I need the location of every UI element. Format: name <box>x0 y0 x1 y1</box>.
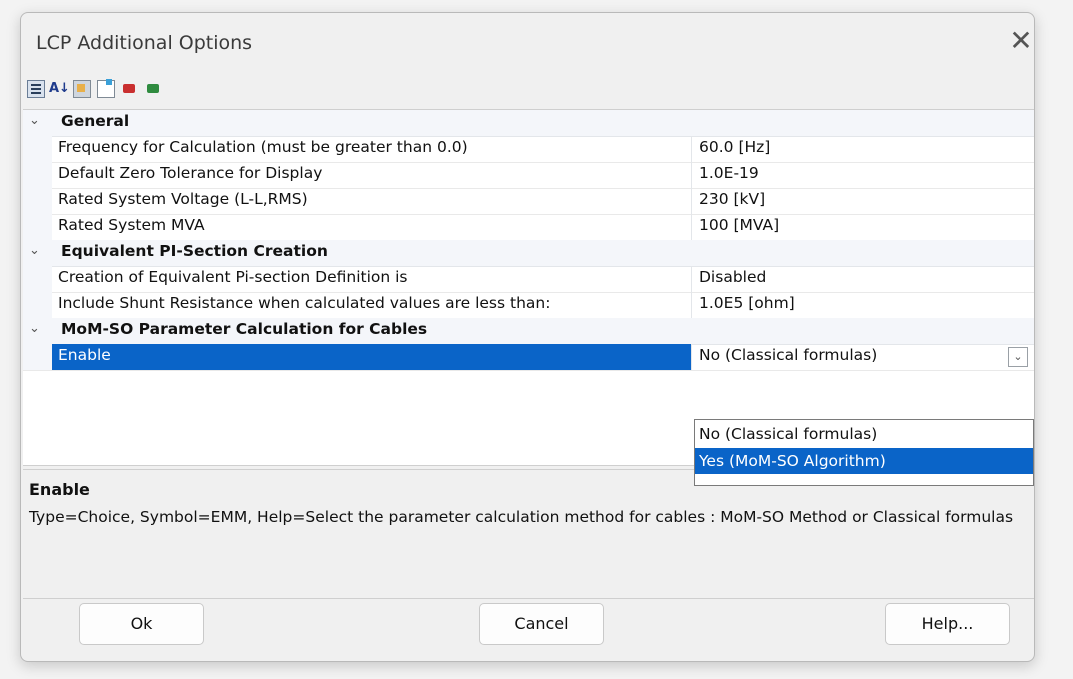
new-page-icon[interactable] <box>97 79 115 98</box>
dropdown-option-yes[interactable]: Yes (MoM-SO Algorithm) <box>695 448 1033 474</box>
property-row[interactable]: Frequency for Calculation (must be great… <box>23 136 1034 163</box>
enable-combo-value[interactable]: No (Classical formulas) <box>699 346 877 364</box>
title-bar: LCP Additional Options ✕ <box>21 13 1034 75</box>
import-icon[interactable] <box>145 80 163 98</box>
property-name: Default Zero Tolerance for Display <box>58 164 323 182</box>
ok-button[interactable]: Ok <box>79 603 204 645</box>
chevron-down-icon[interactable]: ⌄ <box>1008 347 1028 367</box>
toolbar: A↓ <box>27 79 427 102</box>
description-panel: Enable Type=Choice, Symbol=EMM, Help=Sel… <box>23 469 1034 599</box>
cancel-button[interactable]: Cancel <box>479 603 604 645</box>
property-row-enable[interactable]: Enable No (Classical formulas) ⌄ <box>23 344 1034 371</box>
lcp-options-dialog: LCP Additional Options ✕ A↓ ⌄ General Fr… <box>20 12 1035 662</box>
chevron-down-icon[interactable]: ⌄ <box>29 113 40 128</box>
category-equivalent-pi-section[interactable]: ⌄ Equivalent PI-Section Creation <box>23 240 1034 267</box>
property-value[interactable]: 100 [MVA] <box>699 216 779 234</box>
dropdown-option-no[interactable]: No (Classical formulas) <box>695 421 1033 447</box>
property-name: Creation of Equivalent Pi-section Defini… <box>58 268 408 286</box>
property-name: Frequency for Calculation (must be great… <box>58 138 468 156</box>
description-title: Enable <box>29 480 90 499</box>
help-button[interactable]: Help... <box>885 603 1010 645</box>
category-label: General <box>61 112 130 130</box>
property-name: Include Shunt Resistance when calculated… <box>58 294 551 312</box>
property-name: Enable <box>58 346 111 364</box>
chevron-down-icon[interactable]: ⌄ <box>29 243 40 258</box>
category-general[interactable]: ⌄ General <box>23 110 1034 137</box>
alphabetical-sort-icon[interactable]: A↓ <box>49 80 70 98</box>
property-row[interactable]: Include Shunt Resistance when calculated… <box>23 292 1034 319</box>
property-value[interactable]: 1.0E-19 <box>699 164 759 182</box>
property-value[interactable]: 60.0 [Hz] <box>699 138 770 156</box>
enable-dropdown-list: No (Classical formulas) Yes (MoM-SO Algo… <box>694 419 1034 486</box>
property-pages-icon[interactable] <box>73 80 91 98</box>
property-value[interactable]: Disabled <box>699 268 766 286</box>
category-mom-so[interactable]: ⌄ MoM-SO Parameter Calculation for Cable… <box>23 318 1034 345</box>
property-name: Rated System MVA <box>58 216 205 234</box>
close-icon[interactable]: ✕ <box>1006 26 1036 56</box>
chevron-down-icon[interactable]: ⌄ <box>29 321 40 336</box>
property-row[interactable]: Rated System Voltage (L-L,RMS) 230 [kV] <box>23 188 1034 215</box>
category-label: Equivalent PI-Section Creation <box>61 242 328 260</box>
category-label: MoM-SO Parameter Calculation for Cables <box>61 320 428 338</box>
export-icon[interactable] <box>121 80 139 98</box>
property-row[interactable]: Rated System MVA 100 [MVA] <box>23 214 1034 241</box>
property-value[interactable]: 230 [kV] <box>699 190 765 208</box>
property-value[interactable]: 1.0E5 [ohm] <box>699 294 795 312</box>
property-row[interactable]: Default Zero Tolerance for Display 1.0E-… <box>23 162 1034 189</box>
property-grid: ⌄ General Frequency for Calculation (mus… <box>23 109 1034 486</box>
dialog-title: LCP Additional Options <box>36 32 253 54</box>
property-row[interactable]: Creation of Equivalent Pi-section Defini… <box>23 266 1034 293</box>
description-body: Type=Choice, Symbol=EMM, Help=Select the… <box>29 508 1014 526</box>
property-name: Rated System Voltage (L-L,RMS) <box>58 190 308 208</box>
categorized-icon[interactable] <box>27 80 45 98</box>
